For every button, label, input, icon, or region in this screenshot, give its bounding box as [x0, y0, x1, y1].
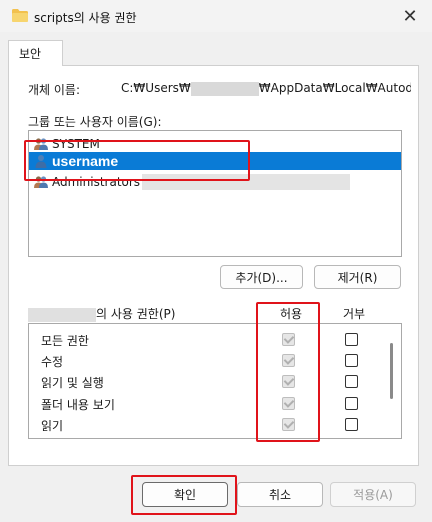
- close-button[interactable]: ✕: [396, 4, 424, 28]
- permission-name: 읽기 및 실행: [41, 376, 104, 390]
- deny-column-header: 거부: [342, 307, 366, 321]
- deny-checkbox[interactable]: [345, 397, 358, 410]
- groups-label: 그룹 또는 사용자 이름(G):: [28, 115, 162, 129]
- folder-icon: [12, 9, 28, 22]
- scrollbar-thumb[interactable]: [390, 343, 393, 399]
- object-path-suffix: ₩AppData₩Local₩Autodesk₩: [258, 81, 411, 95]
- permissions-list: 모든 권한 수정 읽기 및 실행 폴더 내용 보기 읽기: [28, 323, 402, 439]
- highlight-allow-column: [256, 302, 320, 442]
- remove-button[interactable]: 제거(R): [314, 265, 401, 289]
- close-icon: ✕: [402, 5, 418, 27]
- highlight-ok-button: [131, 475, 237, 515]
- deny-checkbox[interactable]: [345, 333, 358, 346]
- add-button[interactable]: 추가(D)...: [220, 265, 303, 289]
- permissions-label: 의 사용 권한(P): [28, 305, 175, 322]
- deny-checkbox[interactable]: [345, 354, 358, 367]
- cancel-button[interactable]: 취소: [237, 482, 323, 507]
- permission-name: 읽기: [41, 419, 64, 433]
- permission-row: 읽기: [29, 413, 401, 435]
- permission-name: 수정: [41, 355, 64, 369]
- permission-row: 읽기 및 실행: [29, 370, 401, 392]
- redacted-username: [28, 307, 96, 322]
- object-name-label: 개체 이름:: [28, 83, 81, 97]
- apply-button[interactable]: 적용(A): [330, 482, 416, 507]
- object-path-prefix: C:₩Users₩: [121, 81, 191, 95]
- permission-name: 모든 권한: [41, 334, 89, 348]
- permission-name: 폴더 내용 보기: [41, 398, 115, 412]
- window-title: scripts의 사용 권한: [34, 11, 137, 25]
- permission-row: 모든 권한: [29, 328, 401, 350]
- object-path: C:₩Users₩ ₩AppData₩Local₩Autodesk₩: [121, 81, 411, 96]
- permission-row: 폴더 내용 보기: [29, 392, 401, 414]
- permission-row: 수정: [29, 349, 401, 371]
- tab-security[interactable]: 보안: [8, 40, 63, 66]
- highlight-username: [24, 140, 250, 181]
- redacted-username: [190, 81, 259, 96]
- deny-checkbox[interactable]: [345, 418, 358, 431]
- deny-checkbox[interactable]: [345, 375, 358, 388]
